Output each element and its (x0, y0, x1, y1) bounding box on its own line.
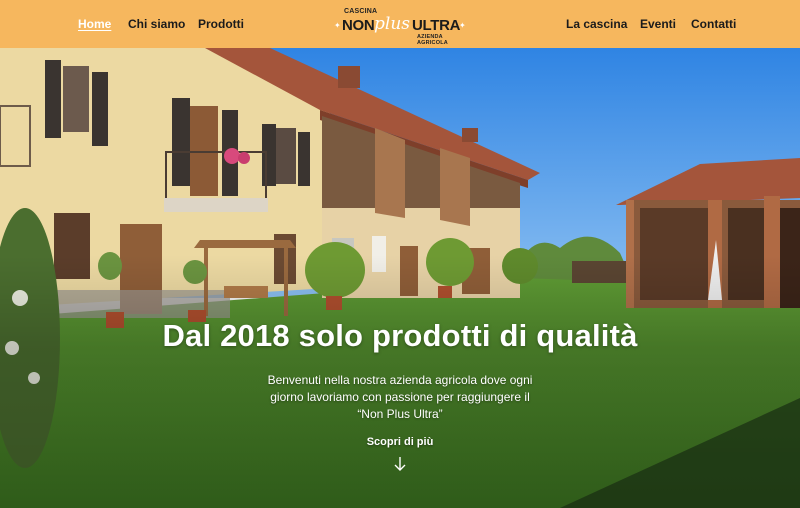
logo-non-text: NON (342, 17, 375, 34)
top-navbar: Home Chi siamo Prodotti CASCINA ✦ NON pl… (0, 0, 800, 48)
hero-description-line: giorno lavoriamo con passione per raggiu… (270, 390, 530, 404)
nav-contatti-link[interactable]: Contatti (691, 17, 736, 31)
logo-top-text: CASCINA (344, 8, 378, 15)
nav-prodotti-link[interactable]: Prodotti (198, 17, 244, 31)
nav-chi-siamo-link[interactable]: Chi siamo (128, 17, 185, 31)
hero-description-line: Benvenuti nella nostra azienda agricola … (267, 373, 533, 387)
hero-description: Benvenuti nella nostra azienda agricola … (262, 372, 538, 423)
hero-section: Dal 2018 solo prodotti di qualità Benven… (0, 48, 800, 508)
discover-more-button[interactable]: Scopri di più (340, 436, 460, 448)
logo-plus-text: plus (374, 14, 410, 34)
logo-star-icon: ✦ (334, 21, 341, 30)
logo-ultra-text: ULTRA (412, 17, 461, 34)
arrow-down-icon[interactable] (391, 456, 409, 472)
nav-eventi-link[interactable]: Eventi (640, 17, 676, 31)
logo-subtitle-text: AZIENDA AGRICOLA (417, 34, 448, 46)
nav-home-link[interactable]: Home (78, 17, 111, 31)
logo-star-icon: ✦ (459, 21, 466, 30)
nav-la-cascina-link[interactable]: La cascina (566, 17, 627, 31)
brand-logo[interactable]: CASCINA ✦ NON plus ULTRA ✦ AZIENDA AGRIC… (333, 8, 467, 46)
hero-title: Dal 2018 solo prodotti di qualità (162, 318, 638, 353)
hero-description-line: “Non Plus Ultra” (357, 407, 443, 421)
